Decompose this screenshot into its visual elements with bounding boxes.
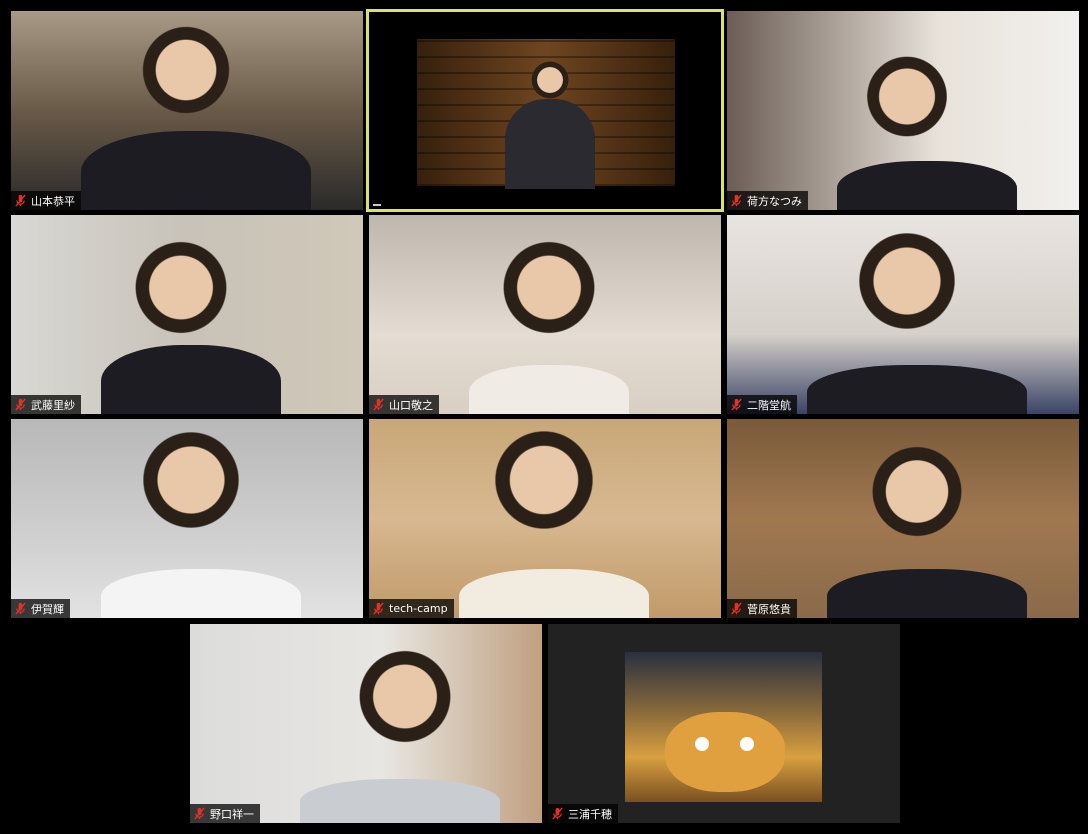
participant-namebar: 荷方なつみ bbox=[727, 191, 808, 210]
person-figure bbox=[867, 439, 967, 589]
participant-namebar: 伊賀輝 bbox=[11, 599, 70, 618]
participant-name: 荷方なつみ bbox=[747, 194, 802, 208]
participant-name: 武藤里紗 bbox=[31, 398, 75, 412]
participant-namebar: 三浦千穂 bbox=[548, 804, 618, 823]
mic-muted-icon bbox=[730, 398, 743, 411]
mic-muted-icon bbox=[372, 398, 385, 411]
participant-tile-5[interactable]: 山口敬之 bbox=[369, 215, 721, 414]
participant-video bbox=[11, 419, 363, 618]
participant-namebar: tech-camp bbox=[369, 599, 454, 618]
participant-name: 二階堂航 bbox=[747, 398, 791, 412]
participant-name: tech-camp bbox=[389, 602, 448, 615]
mic-muted-icon bbox=[14, 602, 27, 615]
participant-tile-2-active-speaker[interactable] bbox=[366, 9, 724, 212]
participant-tile-9[interactable]: 菅原悠貴 bbox=[727, 419, 1079, 618]
participant-namebar: 野口祥一 bbox=[190, 804, 260, 823]
shared-photo bbox=[625, 652, 822, 802]
person-figure bbox=[350, 644, 460, 794]
participant-name: 伊賀輝 bbox=[31, 602, 64, 616]
catbus-eye bbox=[740, 737, 754, 751]
participant-name: 山口敬之 bbox=[389, 398, 433, 412]
participant-tile-3[interactable]: 荷方なつみ bbox=[727, 11, 1079, 210]
mic-muted-icon bbox=[730, 194, 743, 207]
participant-video bbox=[11, 215, 363, 414]
participant-video bbox=[369, 215, 721, 414]
person-figure bbox=[852, 225, 962, 385]
mic-muted-icon bbox=[193, 807, 206, 820]
person-figure bbox=[136, 424, 246, 584]
participant-tile-1[interactable]: 山本恭平 bbox=[11, 11, 363, 210]
participant-name: 野口祥一 bbox=[210, 807, 254, 821]
person-figure bbox=[857, 51, 957, 181]
participant-video bbox=[727, 215, 1079, 414]
person-figure bbox=[484, 424, 604, 584]
person-figure bbox=[126, 235, 236, 385]
participant-tile-11[interactable]: 三浦千穂 bbox=[548, 624, 900, 823]
participant-video bbox=[190, 624, 542, 823]
person-figure bbox=[131, 21, 241, 161]
participant-video bbox=[727, 11, 1079, 210]
mic-muted-icon bbox=[730, 602, 743, 615]
mic-muted-icon bbox=[14, 398, 27, 411]
participant-video bbox=[369, 12, 721, 209]
participant-namebar: 山本恭平 bbox=[11, 191, 81, 210]
participant-tile-4[interactable]: 武藤里紗 bbox=[11, 215, 363, 414]
participant-video bbox=[369, 419, 721, 618]
participant-namebar: 菅原悠貴 bbox=[727, 599, 797, 618]
participant-namebar: 二階堂航 bbox=[727, 395, 797, 414]
person-figure bbox=[494, 235, 604, 385]
mic-muted-icon bbox=[14, 194, 27, 207]
mic-muted-icon bbox=[551, 807, 564, 820]
participant-name: 菅原悠貴 bbox=[747, 602, 791, 616]
participant-name: 三浦千穂 bbox=[568, 807, 612, 821]
stage-backdrop bbox=[417, 39, 675, 189]
mic-muted-icon bbox=[372, 602, 385, 615]
cursor-indicator bbox=[373, 204, 381, 206]
participant-name: 山本恭平 bbox=[31, 194, 75, 208]
participant-video bbox=[727, 419, 1079, 618]
catbus-figure bbox=[665, 712, 785, 792]
participant-video bbox=[548, 624, 900, 823]
participant-namebar: 武藤里紗 bbox=[11, 395, 81, 414]
participant-namebar: 山口敬之 bbox=[369, 395, 439, 414]
catbus-eye bbox=[695, 737, 709, 751]
person-figure bbox=[527, 59, 573, 119]
participant-tile-10[interactable]: 野口祥一 bbox=[190, 624, 542, 823]
participant-tile-7[interactable]: 伊賀輝 bbox=[11, 419, 363, 618]
participant-tile-6[interactable]: 二階堂航 bbox=[727, 215, 1079, 414]
participant-tile-8[interactable]: tech-camp bbox=[369, 419, 721, 618]
participant-video bbox=[11, 11, 363, 210]
